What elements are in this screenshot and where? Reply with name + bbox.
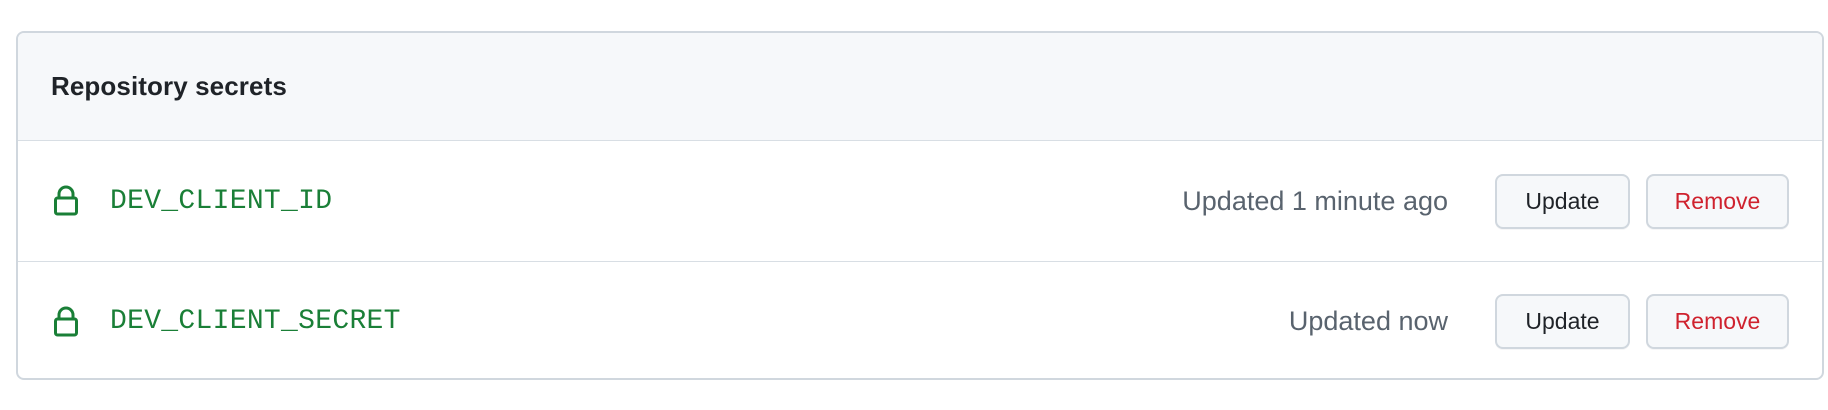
secret-updated-time: Updated 1 minute ago [1182, 185, 1448, 216]
repository-secrets-panel: Repository secrets DEV_CLIENT_ID Updated… [16, 31, 1824, 380]
lock-icon [52, 184, 80, 218]
secret-name: DEV_CLIENT_SECRET [110, 306, 401, 337]
lock-icon [52, 305, 80, 339]
remove-secret-button[interactable]: Remove [1646, 294, 1789, 349]
remove-secret-button[interactable]: Remove [1646, 173, 1789, 229]
secret-name: DEV_CLIENT_ID [110, 185, 333, 217]
secret-updated-time: Updated now [1288, 306, 1448, 336]
secret-row: DEV_CLIENT_SECRET Updated now Update Rem… [18, 261, 1822, 378]
panel-header: Repository secrets [18, 33, 1822, 141]
secret-row: DEV_CLIENT_ID Updated 1 minute ago Updat… [18, 141, 1822, 261]
update-secret-button[interactable]: Update [1495, 294, 1630, 349]
panel-title: Repository secrets [51, 71, 287, 101]
update-secret-button[interactable]: Update [1495, 173, 1630, 229]
